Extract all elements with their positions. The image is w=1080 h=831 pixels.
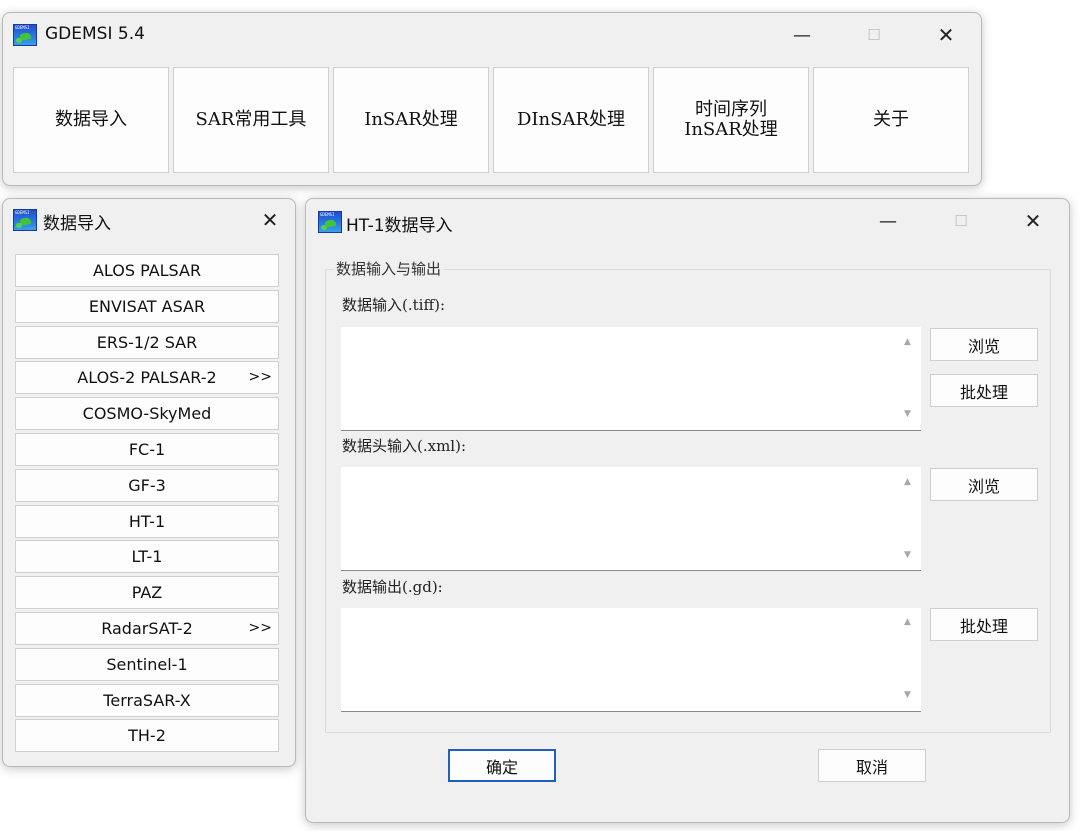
sensor-item-label: GF-3 (128, 475, 166, 495)
minimize-button[interactable]: — (787, 23, 817, 47)
import-titlebar[interactable]: GDEMSI 数据导入 ✕ (3, 199, 295, 243)
sensor-item-button[interactable]: LT-1 (15, 540, 279, 574)
sensor-item-button[interactable]: ALOS-2 PALSAR-2 >> (15, 361, 279, 395)
sensor-item-button[interactable]: TH-2 (15, 719, 279, 753)
close-button[interactable]: ✕ (931, 23, 961, 47)
main-window: GDEMSI GDEMSI 5.4 — ☐ ✕ 数据导入 SAR常用工具 InS… (2, 12, 982, 186)
tiff-browse-button[interactable]: 浏览 (930, 328, 1038, 361)
sensor-item-label: TerraSAR-X (103, 690, 191, 710)
sensor-item-button[interactable]: HT-1 (15, 504, 279, 538)
maximize-button[interactable]: ☐ (946, 209, 976, 233)
sensor-item-button[interactable]: Sentinel-1 (15, 647, 279, 681)
submenu-arrow: >> (248, 369, 272, 386)
xml-browse-button[interactable]: 浏览 (930, 468, 1038, 501)
ht1-dialog: GDEMSI HT-1数据导入 — ☐ ✕ 数据输入与输出 数据输入(.tiff… (305, 198, 1070, 823)
main-titlebar[interactable]: GDEMSI GDEMSI 5.4 — ☐ ✕ (3, 13, 981, 57)
cancel-button[interactable]: 取消 (818, 749, 926, 782)
close-button[interactable]: ✕ (255, 208, 285, 232)
sensor-item-button[interactable]: RadarSAT-2 >> (15, 612, 279, 645)
about-button[interactable]: 关于 (813, 67, 969, 173)
io-group-title: 数据输入与输出 (333, 258, 445, 279)
sensor-item-label: Sentinel-1 (106, 654, 188, 674)
sar-tools-button[interactable]: SAR常用工具 (173, 67, 329, 173)
tiff-input-label: 数据输入(.tiff): (342, 296, 446, 314)
app-logo-icon: GDEMSI (13, 209, 37, 231)
sensor-item-label: ALOS-2 PALSAR-2 (77, 368, 217, 388)
sensor-item-button[interactable]: TerraSAR-X (15, 683, 279, 717)
import-window-title: 数据导入 (43, 214, 111, 234)
gd-output-label: 数据输出(.gd): (342, 578, 443, 596)
sensor-item-label: LT-1 (131, 547, 163, 567)
sensor-item-label: ERS-1/2 SAR (96, 332, 198, 352)
ok-button[interactable]: 确定 (448, 749, 556, 782)
gd-output-textarea[interactable] (341, 608, 921, 712)
sensor-item-button[interactable]: FC-1 (15, 433, 279, 466)
dinsar-button[interactable]: DInSAR处理 (493, 67, 649, 173)
tiff-batch-button[interactable]: 批处理 (930, 374, 1038, 407)
sensor-item-button[interactable]: ALOS PALSAR (15, 254, 279, 287)
ht1-dialog-title: HT-1数据导入 (346, 216, 453, 236)
sensor-item-button[interactable]: ERS-1/2 SAR (15, 325, 279, 359)
sensor-item-label: HT-1 (128, 511, 166, 531)
sensor-item-label: RadarSAT-2 (101, 619, 193, 638)
maximize-button[interactable]: ☐ (859, 23, 889, 47)
close-button[interactable]: ✕ (1018, 209, 1048, 233)
scroll-down-icon[interactable]: ▼ (904, 690, 1061, 816)
sensor-item-button[interactable]: COSMO-SkyMed (15, 397, 279, 431)
xml-input-textarea[interactable] (341, 467, 921, 571)
sensor-item-label: FC-1 (128, 440, 166, 459)
data-import-button[interactable]: 数据导入 (13, 67, 169, 173)
import-window: GDEMSI 数据导入 ✕ ALOS PALSAR ENVISAT ASAR ERS… (2, 198, 296, 767)
xml-input-label: 数据头输入(.xml): (342, 437, 467, 455)
app-logo-icon: GDEMSI (318, 211, 342, 233)
tiff-input-textarea[interactable] (341, 327, 921, 431)
ht1-titlebar[interactable]: GDEMSI HT-1数据导入 — ☐ ✕ (306, 199, 1069, 243)
sensor-item-label: COSMO-SkyMed (82, 404, 212, 424)
minimize-button[interactable]: — (873, 209, 903, 233)
sensor-item-button[interactable]: ENVISAT ASAR (15, 289, 279, 323)
app-logo-icon: GDEMSI (13, 24, 37, 46)
sensor-item-label: PAZ (131, 583, 163, 603)
sensor-item-label: TH-2 (128, 726, 166, 746)
timeseries-insar-button[interactable]: 时间序列 InSAR处理 (653, 67, 809, 173)
sensor-item-button[interactable]: GF-3 (15, 468, 279, 502)
sensor-item-label: ALOS PALSAR (92, 261, 202, 280)
main-window-title: GDEMSI 5.4 (45, 24, 145, 44)
submenu-arrow: >> (248, 620, 272, 636)
gd-batch-button[interactable]: 批处理 (930, 608, 1038, 641)
insar-button[interactable]: InSAR处理 (333, 67, 489, 173)
sensor-item-label: ENVISAT ASAR (88, 296, 206, 316)
sensor-item-button[interactable]: PAZ (15, 576, 279, 610)
